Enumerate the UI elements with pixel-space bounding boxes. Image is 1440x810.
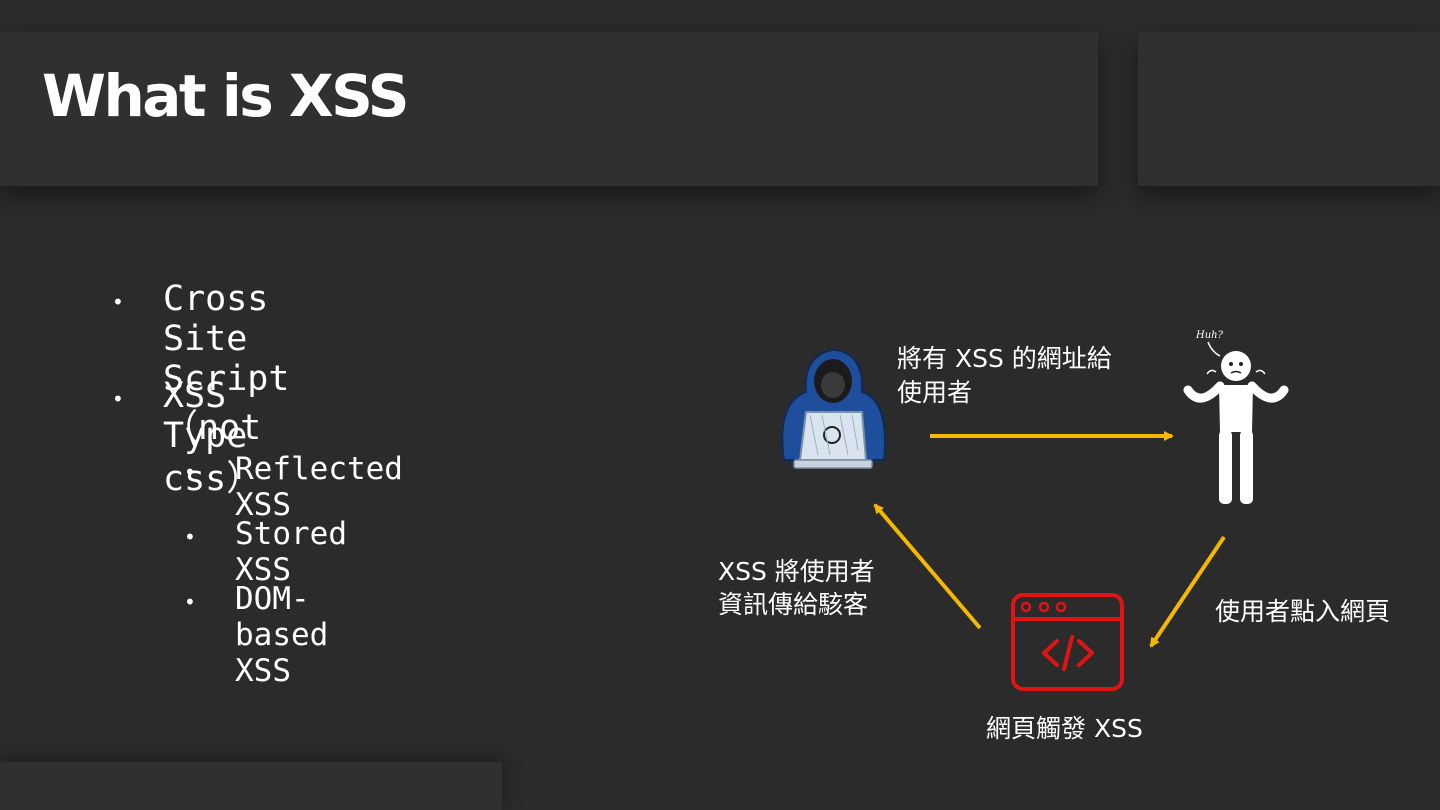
sub-bullet-item: Stored XSS	[235, 516, 347, 588]
sub-bullet-item: Reflected XSS	[235, 451, 403, 523]
step-send-url-line2: 使用者	[897, 378, 973, 407]
step-send-info-line1: XSS 將使用者	[718, 557, 875, 586]
bullet-dot: •	[112, 387, 124, 411]
step-user-clicks: 使用者點入網頁	[1215, 597, 1391, 626]
user-speech-text: Huh?	[1195, 330, 1224, 341]
user-figure-icon	[1183, 341, 1289, 504]
sub-bullet-dot: •	[184, 460, 196, 484]
step-webpage-triggers: 網頁觸發 XSS	[986, 714, 1143, 743]
webpage-code-icon	[1011, 593, 1124, 691]
sub-bullet-dot: •	[184, 525, 196, 549]
title-bar-decoration	[1138, 32, 1440, 186]
step-send-url-line1: 將有 XSS 的網址給	[897, 344, 1112, 373]
bullet-item: XSS Type	[163, 376, 248, 456]
bottom-bar-decoration	[0, 762, 502, 810]
hacker-icon	[781, 348, 886, 469]
step-send-info-line2: 資訊傳給駭客	[718, 590, 869, 619]
sub-bullet-dot: •	[184, 590, 196, 614]
bullet-dot: •	[112, 290, 124, 314]
arrow-webpage-to-hacker	[873, 503, 982, 630]
arrow-user-to-webpage	[1149, 535, 1226, 648]
slide-title: What is XSS	[42, 62, 410, 130]
sub-bullet-item: DOM-based XSS	[235, 581, 329, 689]
